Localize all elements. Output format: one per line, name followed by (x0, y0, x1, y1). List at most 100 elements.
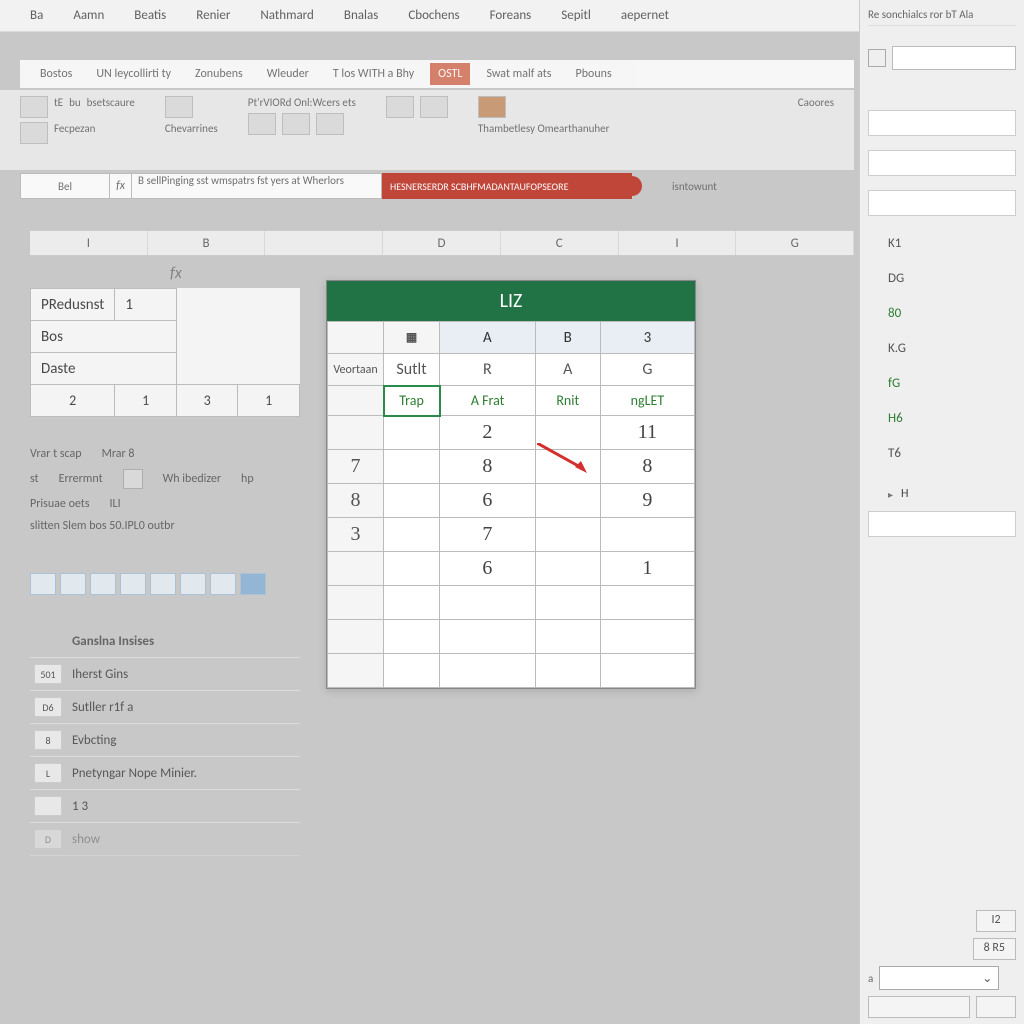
cell[interactable] (535, 654, 600, 688)
cell[interactable]: 6 (440, 484, 536, 518)
view-icon[interactable] (180, 573, 206, 595)
cell[interactable]: 8 (440, 450, 536, 484)
cell[interactable]: Rnit (535, 386, 600, 416)
cell[interactable] (535, 416, 600, 450)
menu-item[interactable]: Renier (186, 4, 240, 27)
list-item[interactable]: Dshow (30, 823, 300, 856)
pane-field[interactable] (868, 511, 1016, 537)
cell[interactable] (440, 620, 536, 654)
column-header[interactable]: B (148, 231, 266, 255)
pane-field[interactable] (868, 110, 1016, 136)
cell[interactable] (535, 586, 600, 620)
cell[interactable] (384, 416, 440, 450)
ribbon-icon[interactable] (248, 113, 276, 135)
list-item[interactable]: D6Sutller r1f a (30, 691, 300, 724)
column-header[interactable]: 3 (600, 322, 694, 354)
list-item[interactable]: 501Iherst Gins (30, 658, 300, 691)
ribbon-icon[interactable] (20, 122, 48, 144)
close-icon[interactable] (868, 49, 886, 67)
cell[interactable]: 11 (600, 416, 694, 450)
cell[interactable] (535, 552, 600, 586)
cell[interactable]: A (535, 354, 600, 386)
cell[interactable] (384, 518, 440, 552)
menu-item[interactable]: aepernet (611, 4, 679, 27)
cell[interactable] (440, 586, 536, 620)
ribbon-tab[interactable]: UN leycollirti ty (88, 63, 179, 85)
name-box[interactable]: Bel (20, 173, 110, 199)
ribbon-tab[interactable]: Wleuder (259, 63, 317, 85)
view-icon[interactable] (60, 573, 86, 595)
menu-item[interactable]: Cbochens (398, 4, 469, 27)
cell[interactable] (600, 620, 694, 654)
ribbon-tab[interactable]: Bostos (32, 63, 80, 85)
cell[interactable] (384, 450, 440, 484)
fx-icon[interactable]: fx (110, 173, 132, 199)
ribbon-tab[interactable]: Zonubens (187, 63, 251, 85)
cell[interactable] (535, 518, 600, 552)
row-header[interactable]: 8 (328, 484, 384, 518)
ribbon-tab-active[interactable]: OSTL (430, 63, 470, 85)
cell[interactable] (384, 620, 440, 654)
property-value[interactable]: 1 (115, 289, 177, 321)
cell[interactable]: 1 (115, 385, 177, 417)
cell[interactable]: 8 (600, 450, 694, 484)
ribbon-tab[interactable]: T los WITH a Bhy (325, 63, 422, 85)
cell[interactable] (535, 484, 600, 518)
cell[interactable]: 3 (176, 385, 238, 417)
menu-item[interactable]: Nathmard (250, 4, 323, 27)
formula-input[interactable]: B sellPinging sst wmspatrs fst yers at W… (132, 173, 382, 199)
chip[interactable] (868, 996, 970, 1018)
view-icon[interactable] (150, 573, 176, 595)
fx-icon[interactable]: fx (170, 264, 182, 283)
column-header[interactable]: G (736, 231, 854, 255)
column-header[interactable] (265, 231, 383, 255)
chip[interactable]: I2 (976, 910, 1016, 932)
list-item[interactable]: 1 3 (30, 790, 300, 823)
list-item[interactable]: 8Evbcting (30, 724, 300, 757)
view-icon[interactable] (90, 573, 116, 595)
column-header[interactable]: C (501, 231, 619, 255)
ribbon-icon[interactable] (20, 96, 48, 118)
menu-item[interactable]: Aamn (63, 4, 114, 27)
select-all[interactable] (328, 322, 384, 354)
column-header[interactable]: A (440, 322, 536, 354)
pane-field[interactable] (868, 150, 1016, 176)
column-header[interactable]: B (535, 322, 600, 354)
dropdown[interactable] (879, 966, 999, 990)
cell[interactable] (600, 518, 694, 552)
ribbon-icon[interactable] (386, 96, 414, 118)
cell[interactable]: 7 (440, 518, 536, 552)
cell[interactable]: R (440, 354, 536, 386)
cell[interactable]: G (600, 354, 694, 386)
cell[interactable]: 9 (600, 484, 694, 518)
cell[interactable]: 1 (600, 552, 694, 586)
chip[interactable]: 8 R5 (973, 938, 1016, 960)
menu-item[interactable]: Ba (20, 4, 53, 27)
ribbon-tab[interactable]: Pbouns (568, 63, 620, 85)
cell[interactable] (384, 586, 440, 620)
cube-icon[interactable] (123, 469, 143, 489)
pane-field[interactable] (868, 190, 1016, 216)
view-icon-selected[interactable] (240, 573, 266, 595)
cell[interactable]: ngLET (600, 386, 694, 416)
ribbon-label[interactable]: Caoores (798, 96, 834, 109)
row-header[interactable]: 7 (328, 450, 384, 484)
cell[interactable]: Sutlt (384, 354, 440, 386)
column-header[interactable]: D (383, 231, 501, 255)
row-header[interactable]: Veortaan (328, 354, 384, 386)
search-input[interactable] (892, 46, 1016, 70)
cell[interactable] (600, 654, 694, 688)
column-header[interactable]: I (30, 231, 148, 255)
cell[interactable]: 2 (31, 385, 115, 417)
cell[interactable]: 2 (440, 416, 536, 450)
ribbon-icon[interactable] (316, 113, 344, 135)
cell[interactable] (440, 654, 536, 688)
cell[interactable]: 1 (238, 385, 300, 417)
cell[interactable] (535, 620, 600, 654)
cell[interactable] (535, 450, 600, 484)
cell[interactable] (384, 484, 440, 518)
ribbon-tab[interactable]: Swat malf ats (478, 63, 559, 85)
ribbon-icon[interactable] (165, 96, 193, 118)
menu-item[interactable]: Sepitl (551, 4, 601, 27)
menu-item[interactable]: Bnalas (334, 4, 388, 27)
